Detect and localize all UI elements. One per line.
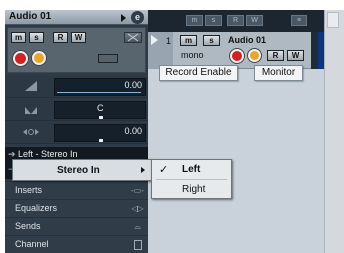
edit-channel-icon[interactable]: e [131, 11, 144, 24]
delay-marker[interactable] [99, 139, 103, 142]
track-solo-button[interactable]: s [203, 35, 220, 46]
track-settings-button[interactable]: ≡ [291, 15, 307, 26]
lanes-button[interactable] [98, 54, 118, 63]
bypass-button[interactable] [124, 32, 142, 43]
section-equalizers-label: Equalizers [15, 203, 58, 213]
section-channel[interactable]: Channel [5, 235, 148, 253]
write-button[interactable]: W [71, 32, 86, 43]
global-mute-button[interactable]: m [186, 15, 203, 26]
record-enable-tooltip: Record Enable [159, 65, 238, 81]
sends-icon: ⌓ [134, 222, 141, 231]
delay-value: 0.00 [124, 126, 142, 136]
mute-button[interactable]: m [11, 32, 26, 43]
volume-ramp-icon [25, 81, 37, 93]
section-inserts[interactable]: Inserts -▭- [5, 181, 148, 199]
volume-value: 0.00 [124, 80, 142, 90]
submenu-item-right-label: Right [182, 184, 206, 195]
menu-item-stereo-in-label: Stereo In [57, 165, 100, 176]
record-enable-button[interactable] [13, 51, 28, 66]
pan-icon [25, 104, 37, 116]
inspector-track-name: Audio 01 [9, 11, 52, 22]
stereo-in-submenu: ✓ Left Right [151, 159, 232, 199]
volume-slider[interactable] [57, 92, 141, 93]
pan-value: C [97, 103, 104, 113]
menu-item-stereo-in[interactable]: Stereo In [13, 160, 151, 180]
inserts-icon: -▭- [131, 186, 144, 195]
inspector-button-panel: m s R W [7, 27, 146, 73]
submenu-item-left[interactable]: ✓ Left [152, 160, 231, 179]
track-mute-button[interactable]: m [180, 35, 197, 46]
solo-button[interactable]: s [29, 32, 44, 43]
monitor-tooltip: Monitor [254, 65, 303, 81]
track-level-meter [311, 32, 318, 69]
submenu-arrow-icon [141, 167, 145, 173]
section-sends[interactable]: Sends ⌓ [5, 217, 148, 235]
global-read-button[interactable]: R [227, 15, 244, 26]
track-number-column: 1 [148, 32, 173, 69]
track-list: m s R W ≡ 1 m s Audio 01 mono R W [148, 10, 324, 253]
input-routing-menu: Stereo In [12, 159, 152, 181]
track-select-triangle-icon [151, 35, 158, 45]
channel-icon [134, 240, 142, 250]
monitor-button[interactable] [32, 51, 46, 65]
global-write-button[interactable]: W [246, 15, 263, 26]
equalizer-icon: ◁▷ [131, 204, 144, 213]
pan-row: C [5, 99, 148, 121]
section-sends-label: Sends [15, 221, 41, 231]
track-number: 1 [166, 36, 172, 46]
delay-icon [23, 127, 39, 139]
submenu-item-right[interactable]: Right [152, 180, 231, 199]
inspector-panel: Audio 01 e m s R W 0.00 C 0.00 ➔ Left - … [5, 10, 148, 253]
track-name[interactable]: Audio 01 [228, 35, 266, 45]
inspector-title-bar[interactable]: Audio 01 e [5, 10, 148, 25]
track-list-header: m s R W ≡ [148, 10, 324, 32]
track-read-button[interactable]: R [267, 50, 284, 61]
volume-row: 0.00 [5, 76, 148, 98]
section-equalizers[interactable]: Equalizers ◁▷ [5, 199, 148, 217]
track-write-button[interactable]: W [287, 50, 304, 61]
read-button[interactable]: R [53, 32, 68, 43]
input-routing-label[interactable]: Left - Stereo In [18, 149, 78, 159]
checkmark-icon: ✓ [159, 164, 169, 176]
global-solo-button[interactable]: s [205, 15, 222, 26]
track-record-enable-button[interactable] [230, 49, 244, 63]
track-channel-type: mono [181, 50, 204, 60]
pan-field[interactable]: C [54, 101, 146, 119]
arrange-ruler-edge [324, 10, 344, 253]
section-channel-label: Channel [15, 239, 49, 249]
delay-row: 0.00 [5, 122, 148, 144]
volume-field[interactable]: 0.00 [54, 78, 146, 96]
track-row[interactable]: 1 m s Audio 01 mono R W [148, 32, 324, 69]
pan-marker[interactable] [99, 116, 103, 119]
submenu-item-left-label: Left [182, 164, 201, 175]
delay-field[interactable]: 0.00 [54, 124, 146, 142]
section-inserts-label: Inserts [15, 185, 43, 195]
collapse-triangle-icon[interactable] [121, 14, 126, 22]
bypass-icon [127, 33, 139, 42]
ruler-handle[interactable] [327, 12, 339, 28]
track-monitor-button[interactable] [248, 49, 261, 62]
